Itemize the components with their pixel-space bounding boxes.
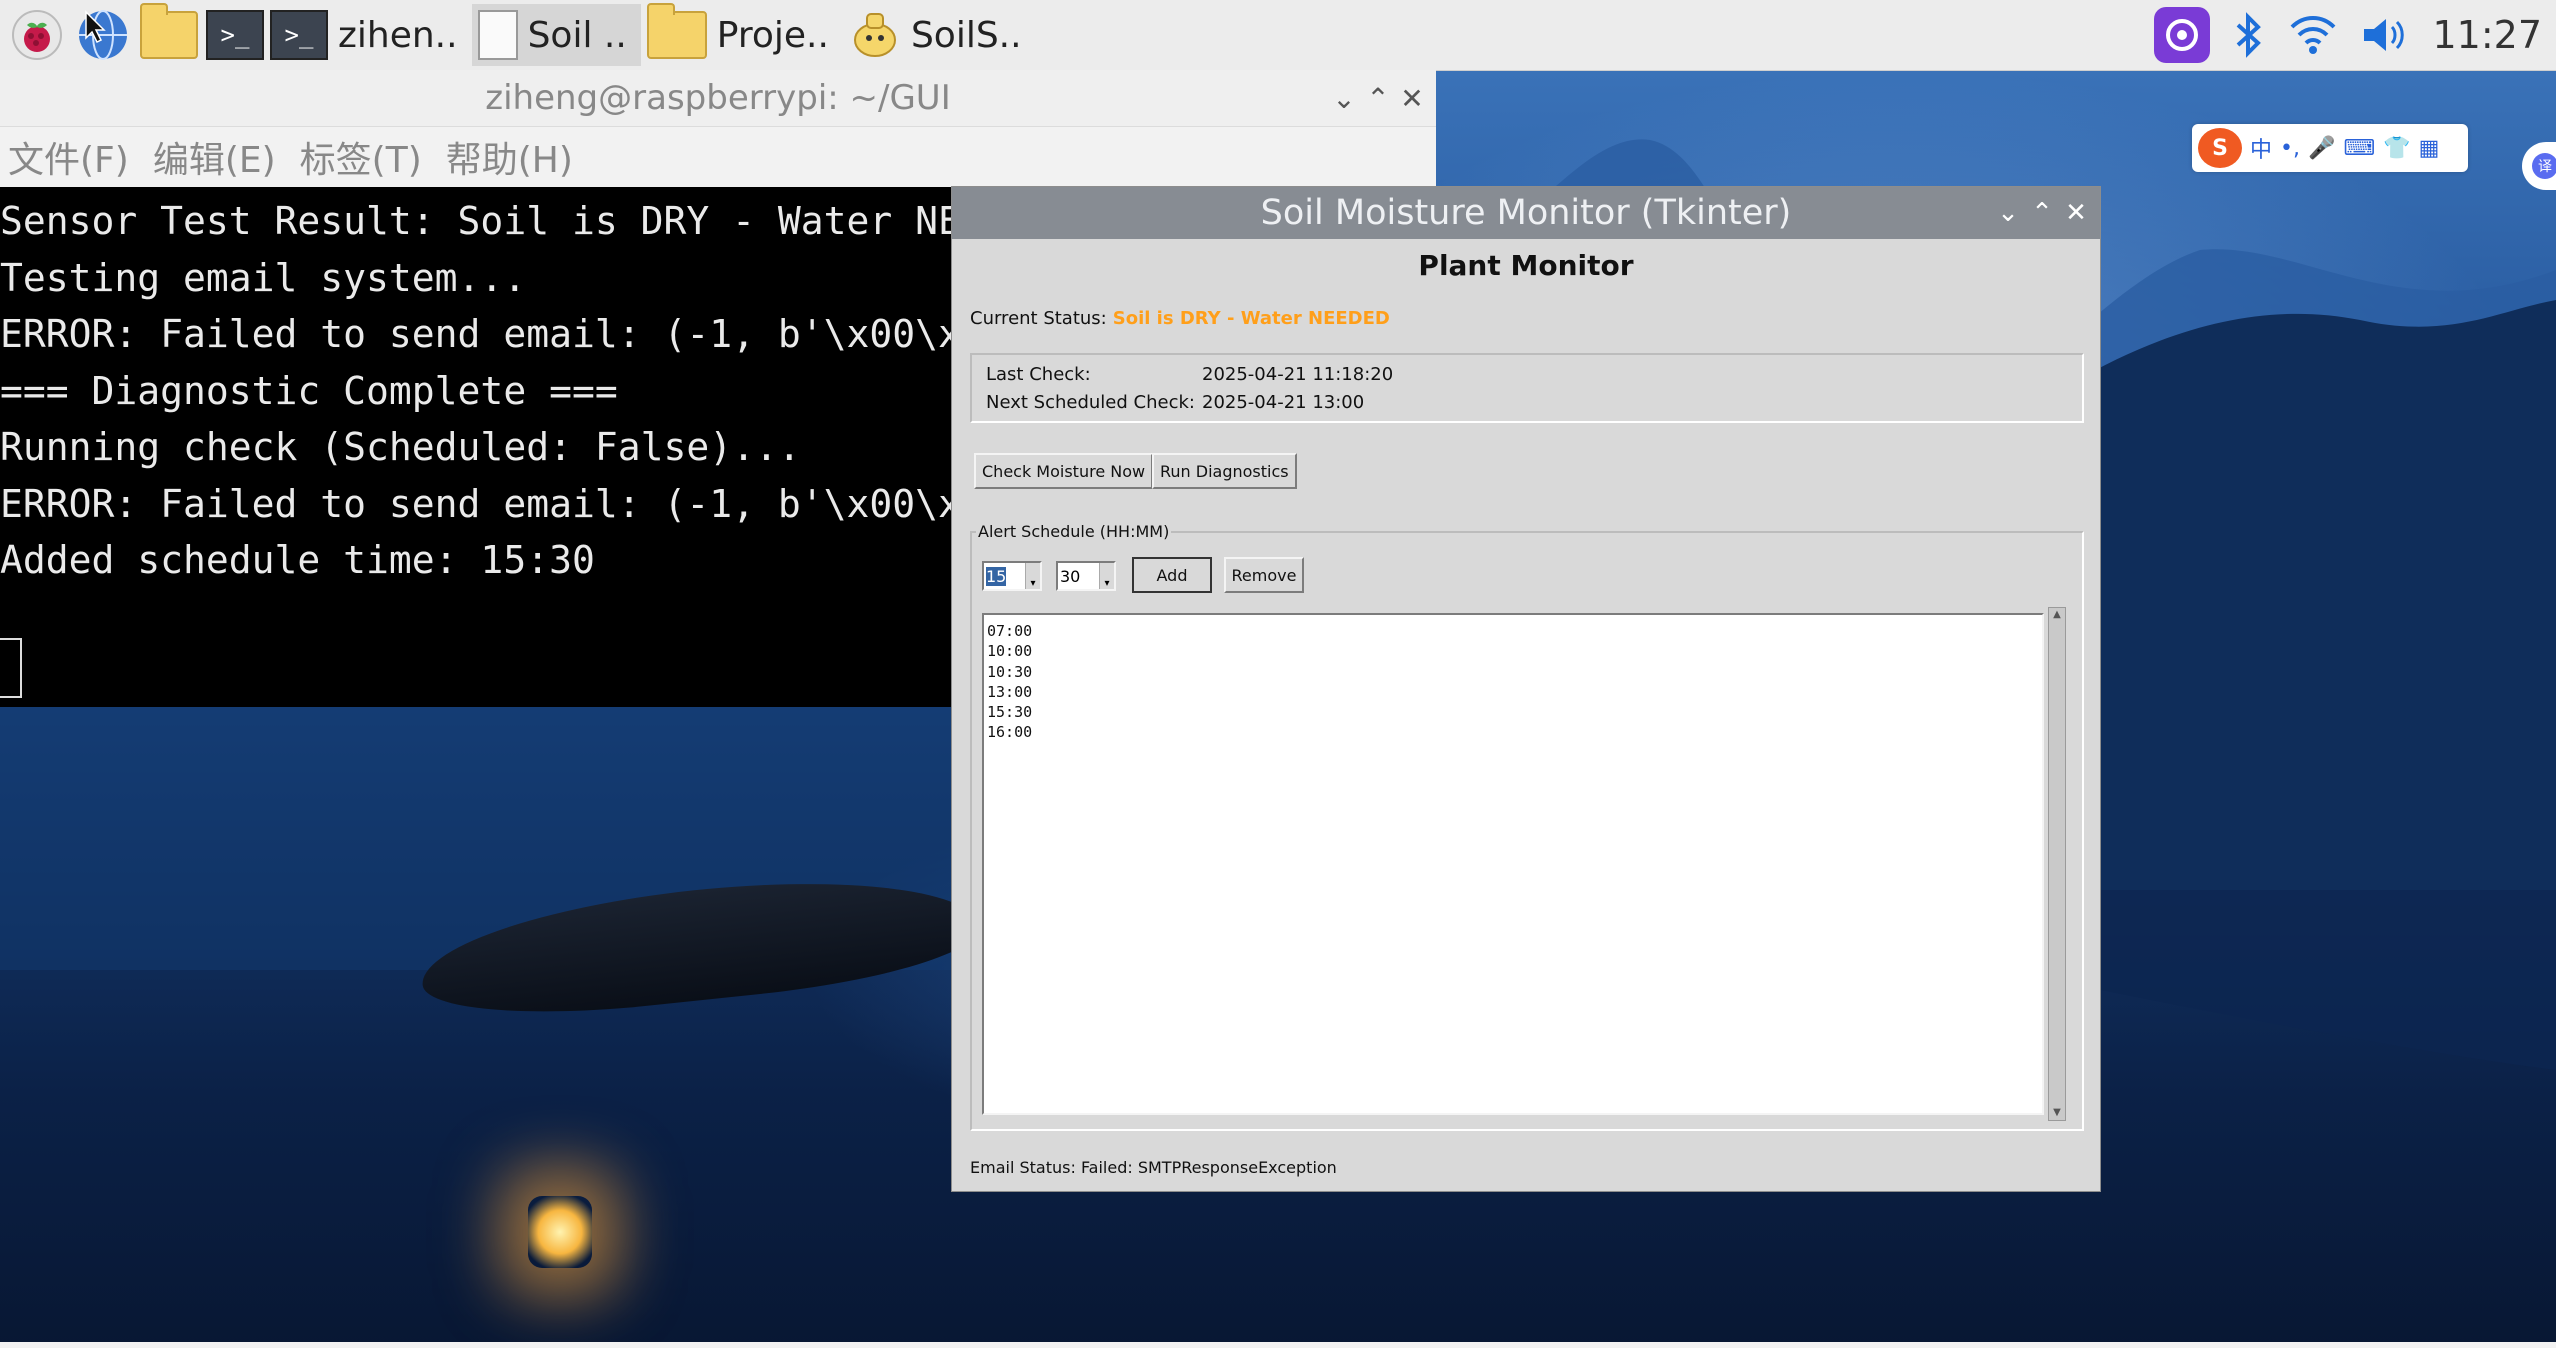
screen-bottom-edge: [0, 1342, 2556, 1348]
next-check-value: 2025-04-21 13:00: [1202, 392, 1365, 413]
skin-icon[interactable]: 👕: [2383, 136, 2410, 161]
minimize-icon[interactable]: ⌄: [1330, 82, 1358, 115]
menu-help[interactable]: 帮助(H): [446, 131, 573, 183]
maximize-icon[interactable]: ⌃: [2028, 198, 2056, 228]
punctuation-icon[interactable]: •,: [2280, 136, 2300, 161]
remove-time-button[interactable]: Remove: [1224, 557, 1304, 593]
last-check-value: 2025-04-21 11:18:20: [1202, 364, 1394, 385]
clock[interactable]: 11:27: [2432, 13, 2542, 57]
close-icon[interactable]: ✕: [2062, 198, 2090, 228]
volume-icon[interactable]: [2360, 13, 2410, 57]
terminal-launcher-icon[interactable]: >_: [206, 6, 264, 64]
file-manager-icon[interactable]: [140, 3, 198, 64]
document-icon: [477, 10, 518, 60]
task-label: zihen..: [338, 14, 458, 56]
chinese-mode-icon[interactable]: 中: [2250, 132, 2272, 164]
terminal-menubar: 文件(F) 编辑(E) 标签(T) 帮助(H): [0, 127, 1436, 187]
keyboard-icon[interactable]: ⌨: [2343, 136, 2375, 161]
close-icon[interactable]: ✕: [1398, 82, 1426, 115]
bluetooth-icon[interactable]: [2232, 11, 2266, 59]
next-check-label: Next Scheduled Check:: [986, 392, 1195, 413]
page-title: Plant Monitor: [1418, 249, 1634, 282]
python-icon: [853, 13, 896, 57]
screen-share-icon[interactable]: [2154, 7, 2211, 63]
hour-value: 15: [986, 566, 1007, 586]
menu-edit[interactable]: 编辑(E): [153, 131, 276, 183]
current-status: Current Status: Soil is DRY - Water NEEDE…: [970, 308, 1390, 329]
menu-file[interactable]: 文件(F): [8, 131, 129, 183]
last-check-row: Last Check: 2025-04-21 11:18:20: [986, 364, 1393, 385]
last-check-label: Last Check:: [986, 364, 1091, 385]
email-status: Email Status: Failed: SMTPResponseExcept…: [970, 1158, 1337, 1177]
task-label: Soil ..: [527, 14, 627, 56]
wallpaper-lantern: [528, 1196, 592, 1268]
list-item[interactable]: 15:30: [987, 702, 2042, 722]
wifi-icon[interactable]: [2288, 13, 2338, 57]
status-value: Soil is DRY - Water NEEDED: [1112, 308, 1390, 329]
task-terminal[interactable]: >_ zihen..: [264, 4, 472, 66]
soil-monitor-window: Soil Moisture Monitor (Tkinter) ⌄ ⌃ ✕ Pl…: [951, 186, 2101, 1192]
minute-spinbox[interactable]: 30 ▾: [1056, 561, 1116, 591]
task-soil-monitor[interactable]: Soil ..: [471, 4, 641, 66]
minimize-icon[interactable]: ⌄: [1994, 198, 2022, 228]
folder-icon: [646, 3, 707, 59]
list-item[interactable]: 16:00: [987, 722, 2042, 742]
spin-arrow-icon[interactable]: ▾: [1025, 563, 1040, 589]
schedule-scrollbar[interactable]: ▲ ▼: [2048, 607, 2066, 1121]
alert-schedule-label: Alert Schedule (HH:MM): [976, 522, 1172, 541]
terminal-cursor: [0, 638, 22, 698]
task-label: SoilS..: [910, 14, 1022, 56]
system-tray: 11:27: [2154, 7, 2556, 63]
add-time-button[interactable]: Add: [1132, 557, 1212, 593]
next-check-row: Next Scheduled Check: 2025-04-21 13:00: [986, 392, 1364, 413]
input-method-toolbar[interactable]: S 中 •, 🎤 ⌨ 👕 ▦: [2192, 124, 2468, 172]
scroll-up-icon[interactable]: ▲: [2049, 608, 2065, 622]
task-label: Proje..: [716, 14, 829, 56]
list-item[interactable]: 10:00: [987, 641, 2042, 661]
scroll-down-icon[interactable]: ▼: [2049, 1106, 2065, 1120]
maximize-icon[interactable]: ⌃: [1364, 82, 1392, 115]
taskbar: >_ >_ zihen.. Soil .. Proje.. SoilS.. 11…: [0, 0, 2556, 71]
translate-icon: 译: [2532, 153, 2556, 179]
list-item[interactable]: 10:30: [987, 662, 2042, 682]
menu-tabs[interactable]: 标签(T): [300, 131, 422, 183]
check-info-panel: Last Check: 2025-04-21 11:18:20 Next Sch…: [970, 353, 2084, 423]
status-label: Current Status:: [970, 308, 1107, 329]
list-item[interactable]: 07:00: [987, 621, 2042, 641]
microphone-icon[interactable]: 🎤: [2308, 136, 2335, 161]
terminal-title: ziheng@raspberrypi: ~/GUI: [485, 78, 951, 118]
task-python-editor[interactable]: SoilS..: [843, 4, 1036, 66]
toolbox-icon[interactable]: ▦: [2419, 136, 2440, 161]
task-project-folder[interactable]: Proje..: [641, 3, 843, 66]
run-diagnostics-button[interactable]: Run Diagnostics: [1152, 453, 1297, 489]
spin-arrow-icon[interactable]: ▾: [1099, 563, 1114, 589]
web-browser-icon[interactable]: [74, 6, 132, 64]
app-titlebar[interactable]: Soil Moisture Monitor (Tkinter) ⌄ ⌃ ✕: [952, 187, 2100, 239]
sogou-logo-icon[interactable]: S: [2198, 128, 2242, 168]
schedule-listbox[interactable]: 07:00 10:00 10:30 13:00 15:30 16:00: [982, 613, 2044, 1115]
list-item[interactable]: 13:00: [987, 682, 2042, 702]
terminal-titlebar[interactable]: ziheng@raspberrypi: ~/GUI ⌄ ⌃ ✕: [0, 70, 1436, 127]
app-window-title: Soil Moisture Monitor (Tkinter): [1260, 193, 1792, 233]
check-moisture-button[interactable]: Check Moisture Now: [974, 453, 1154, 489]
raspberry-menu-icon[interactable]: [8, 6, 66, 64]
terminal-icon: >_: [270, 10, 328, 60]
hour-spinbox[interactable]: 15 ▾: [982, 561, 1042, 591]
minute-value: 30: [1060, 566, 1081, 586]
